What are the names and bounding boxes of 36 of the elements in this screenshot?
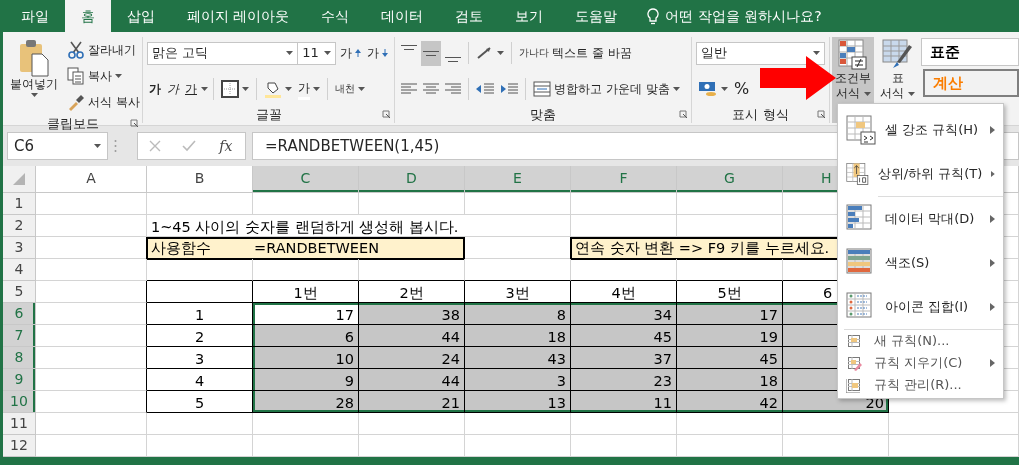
box-label: 사용함수 <box>151 238 212 258</box>
sheet-cell: 23 <box>571 369 677 391</box>
sheet-cell: 8 <box>465 303 571 325</box>
sheet-cell: 11 <box>571 391 677 413</box>
sheet-cell: 1번 <box>253 281 359 303</box>
box-label: 연속 숫자 변환 => F9 키를 누르세요. <box>575 238 830 258</box>
group-label: 맞춤 <box>530 106 556 124</box>
sheet-cell: 42 <box>677 391 783 413</box>
sheet-cell: 21 <box>359 391 465 413</box>
sheet-cell: 17 <box>253 303 359 325</box>
group-label: 글꼴 <box>255 106 282 124</box>
sheet-cell: 37 <box>571 347 677 369</box>
sheet-cell: 18 <box>465 325 571 347</box>
sheet-cell: 24 <box>359 347 465 369</box>
phonetic-icon: 내천 <box>335 83 355 95</box>
sheet-cell: 10 <box>253 347 359 369</box>
wrap-text-icon: 가나다 <box>519 47 549 59</box>
sheet-cell: 44 <box>359 369 465 391</box>
group-label: 클립보드 <box>46 115 99 133</box>
box-value: =RANDBETWEEN <box>254 238 380 258</box>
sheet-cell: 45 <box>677 347 783 369</box>
group-label: 표시 형식 <box>732 106 789 124</box>
sheet-cell: 43 <box>465 347 571 369</box>
sheet-cell: 1 <box>147 303 253 325</box>
sheet-cell: 38 <box>359 303 465 325</box>
sheet-cell: 44 <box>359 325 465 347</box>
sheet-cell: 3 <box>465 369 571 391</box>
sheet-cell: 6 <box>253 325 359 347</box>
sheet-cell: 13 <box>465 391 571 413</box>
sheet-cell: 9 <box>253 369 359 391</box>
sheet-cell: 34 <box>571 303 677 325</box>
sheet-cell: 45 <box>571 325 677 347</box>
sheet-cell: 18 <box>677 369 783 391</box>
sheet-cell: 28 <box>253 391 359 413</box>
sheet-cell: 17 <box>677 303 783 325</box>
sheet-cell: 19 <box>677 325 783 347</box>
